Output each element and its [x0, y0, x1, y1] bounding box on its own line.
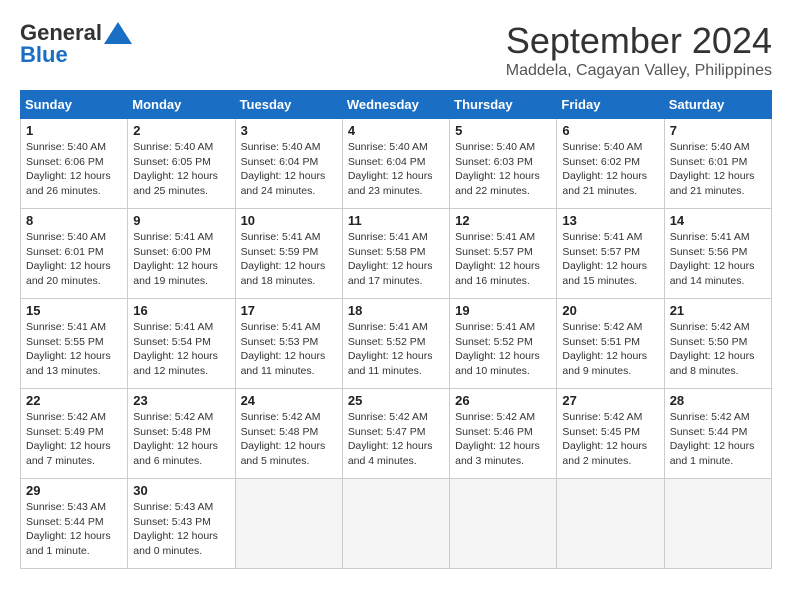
- logo-icon: [104, 22, 132, 44]
- list-item: 7 Sunrise: 5:40 AMSunset: 6:01 PMDayligh…: [664, 119, 771, 209]
- col-wednesday: Wednesday: [342, 91, 449, 119]
- list-item: 30 Sunrise: 5:43 AMSunset: 5:43 PMDaylig…: [128, 479, 235, 569]
- list-item: 17 Sunrise: 5:41 AMSunset: 5:53 PMDaylig…: [235, 299, 342, 389]
- list-item: 1 Sunrise: 5:40 AMSunset: 6:06 PMDayligh…: [21, 119, 128, 209]
- list-item: 26 Sunrise: 5:42 AMSunset: 5:46 PMDaylig…: [450, 389, 557, 479]
- list-item: 25 Sunrise: 5:42 AMSunset: 5:47 PMDaylig…: [342, 389, 449, 479]
- list-item: 6 Sunrise: 5:40 AMSunset: 6:02 PMDayligh…: [557, 119, 664, 209]
- list-item: 18 Sunrise: 5:41 AMSunset: 5:52 PMDaylig…: [342, 299, 449, 389]
- logo: General Blue: [20, 20, 132, 68]
- empty-cell: [557, 479, 664, 569]
- list-item: 10 Sunrise: 5:41 AMSunset: 5:59 PMDaylig…: [235, 209, 342, 299]
- col-thursday: Thursday: [450, 91, 557, 119]
- empty-cell: [342, 479, 449, 569]
- header: General Blue September 2024 Maddela, Cag…: [20, 20, 772, 80]
- col-tuesday: Tuesday: [235, 91, 342, 119]
- list-item: 11 Sunrise: 5:41 AMSunset: 5:58 PMDaylig…: [342, 209, 449, 299]
- list-item: 12 Sunrise: 5:41 AMSunset: 5:57 PMDaylig…: [450, 209, 557, 299]
- table-row: 29 Sunrise: 5:43 AMSunset: 5:44 PMDaylig…: [21, 479, 772, 569]
- table-row: 1 Sunrise: 5:40 AMSunset: 6:06 PMDayligh…: [21, 119, 772, 209]
- list-item: 24 Sunrise: 5:42 AMSunset: 5:48 PMDaylig…: [235, 389, 342, 479]
- list-item: 15 Sunrise: 5:41 AMSunset: 5:55 PMDaylig…: [21, 299, 128, 389]
- list-item: 20 Sunrise: 5:42 AMSunset: 5:51 PMDaylig…: [557, 299, 664, 389]
- calendar-table: Sunday Monday Tuesday Wednesday Thursday…: [20, 90, 772, 569]
- list-item: 16 Sunrise: 5:41 AMSunset: 5:54 PMDaylig…: [128, 299, 235, 389]
- empty-cell: [664, 479, 771, 569]
- empty-cell: [450, 479, 557, 569]
- page-title: September 2024: [506, 20, 772, 62]
- list-item: 5 Sunrise: 5:40 AMSunset: 6:03 PMDayligh…: [450, 119, 557, 209]
- col-friday: Friday: [557, 91, 664, 119]
- list-item: 23 Sunrise: 5:42 AMSunset: 5:48 PMDaylig…: [128, 389, 235, 479]
- col-sunday: Sunday: [21, 91, 128, 119]
- list-item: 14 Sunrise: 5:41 AMSunset: 5:56 PMDaylig…: [664, 209, 771, 299]
- empty-cell: [235, 479, 342, 569]
- list-item: 21 Sunrise: 5:42 AMSunset: 5:50 PMDaylig…: [664, 299, 771, 389]
- list-item: 27 Sunrise: 5:42 AMSunset: 5:45 PMDaylig…: [557, 389, 664, 479]
- title-area: September 2024 Maddela, Cagayan Valley, …: [506, 20, 772, 80]
- list-item: 22 Sunrise: 5:42 AMSunset: 5:49 PMDaylig…: [21, 389, 128, 479]
- table-row: 22 Sunrise: 5:42 AMSunset: 5:49 PMDaylig…: [21, 389, 772, 479]
- list-item: 29 Sunrise: 5:43 AMSunset: 5:44 PMDaylig…: [21, 479, 128, 569]
- calendar-header-row: Sunday Monday Tuesday Wednesday Thursday…: [21, 91, 772, 119]
- list-item: 2 Sunrise: 5:40 AMSunset: 6:05 PMDayligh…: [128, 119, 235, 209]
- table-row: 8 Sunrise: 5:40 AMSunset: 6:01 PMDayligh…: [21, 209, 772, 299]
- list-item: 9 Sunrise: 5:41 AMSunset: 6:00 PMDayligh…: [128, 209, 235, 299]
- list-item: 19 Sunrise: 5:41 AMSunset: 5:52 PMDaylig…: [450, 299, 557, 389]
- list-item: 8 Sunrise: 5:40 AMSunset: 6:01 PMDayligh…: [21, 209, 128, 299]
- table-row: 15 Sunrise: 5:41 AMSunset: 5:55 PMDaylig…: [21, 299, 772, 389]
- logo-blue: Blue: [20, 42, 68, 68]
- page-subtitle: Maddela, Cagayan Valley, Philippines: [506, 62, 772, 80]
- list-item: 3 Sunrise: 5:40 AMSunset: 6:04 PMDayligh…: [235, 119, 342, 209]
- list-item: 13 Sunrise: 5:41 AMSunset: 5:57 PMDaylig…: [557, 209, 664, 299]
- list-item: 28 Sunrise: 5:42 AMSunset: 5:44 PMDaylig…: [664, 389, 771, 479]
- col-saturday: Saturday: [664, 91, 771, 119]
- col-monday: Monday: [128, 91, 235, 119]
- list-item: 4 Sunrise: 5:40 AMSunset: 6:04 PMDayligh…: [342, 119, 449, 209]
